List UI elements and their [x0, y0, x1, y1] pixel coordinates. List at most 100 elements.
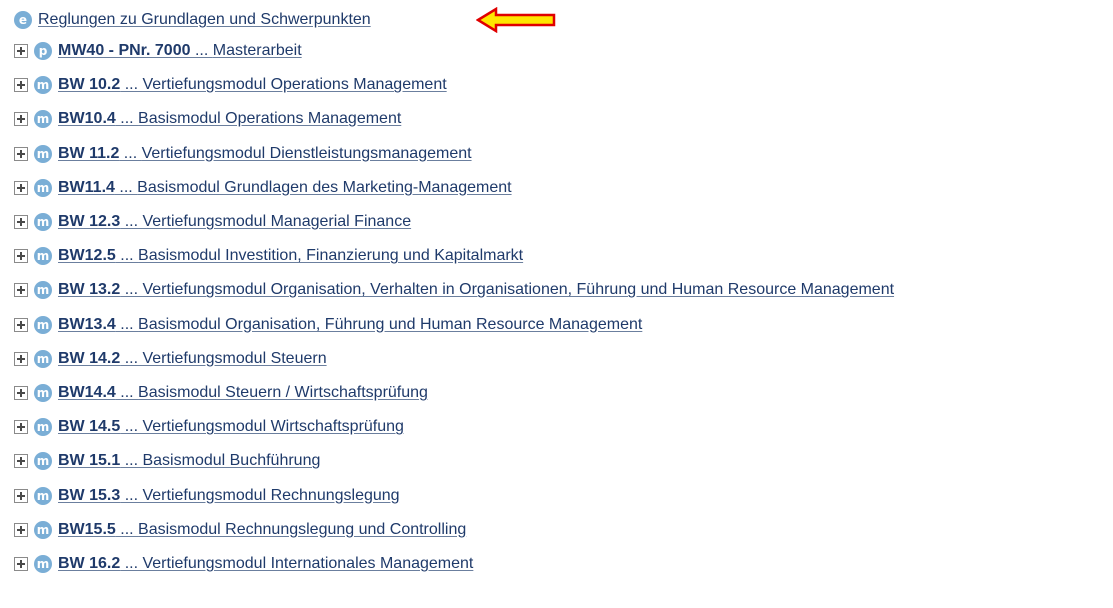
module-link[interactable]: BW13.4 ... Basismodul Organisation, Führ…: [58, 316, 642, 334]
tree-row: m BW 11.2 ... Vertiefungsmodul Dienstleis…: [14, 137, 894, 171]
expand-plus-icon[interactable]: [14, 146, 28, 161]
m-circle-icon: m: [34, 178, 52, 197]
module-code: BW 11.2: [58, 144, 120, 162]
module-title: Vertiefungsmodul Dienstleistungsmanageme…: [141, 144, 472, 162]
expand-plus-icon[interactable]: [14, 78, 28, 93]
module-code: BW14.4: [58, 383, 116, 401]
module-code: BW12.5: [58, 247, 116, 265]
module-title: Basismodul Grundlagen des Marketing-Mana…: [137, 178, 512, 196]
m-circle-icon: m: [34, 418, 52, 437]
m-circle-icon: m: [34, 76, 52, 95]
expand-plus-icon[interactable]: [14, 556, 28, 571]
module-link[interactable]: BW11.4 ... Basismodul Grundlagen des Mar…: [58, 179, 512, 197]
module-code: BW10.4: [58, 110, 116, 128]
tree-row: m BW 15.1 ... Basismodul Buchführung: [14, 444, 894, 478]
module-separator: ...: [120, 213, 143, 231]
m-circle-icon: m: [34, 452, 52, 471]
module-link[interactable]: BW 11.2 ... Vertiefungsmodul Dienstleist…: [58, 145, 472, 163]
expand-plus-icon[interactable]: [14, 317, 28, 332]
expand-plus-icon[interactable]: [14, 420, 28, 435]
module-title: Vertiefungsmodul Operations Management: [142, 76, 447, 94]
expand-plus-icon[interactable]: [14, 385, 28, 400]
expand-plus-icon[interactable]: [14, 112, 28, 127]
m-circle-icon: m: [34, 213, 52, 232]
tree-row: m BW10.4 ... Basismodul Operations Manage…: [14, 102, 894, 136]
module-separator: ...: [115, 247, 139, 265]
tree-row: m BW12.5 ... Basismodul Investition, Fina…: [14, 239, 894, 273]
module-link[interactable]: BW 15.1 ... Basismodul Buchführung: [58, 452, 320, 470]
expand-plus-icon[interactable]: [14, 522, 28, 537]
tree-row: m BW13.4 ... Basismodul Organisation, Füh…: [14, 308, 894, 342]
m-circle-icon: m: [34, 383, 52, 402]
module-separator: ...: [119, 144, 142, 162]
left-arrow-icon: [476, 7, 556, 33]
module-link[interactable]: BW 14.2 ... Vertiefungsmodul Steuern: [58, 350, 327, 368]
module-link[interactable]: BW14.4 ... Basismodul Steuern / Wirtscha…: [58, 384, 428, 402]
expand-plus-icon[interactable]: [14, 215, 28, 230]
p-circle-icon: p: [34, 42, 52, 61]
tree-row: m BW 15.3 ... Vertiefungsmodul Rechnungsl…: [14, 478, 894, 512]
module-separator: ...: [115, 520, 139, 538]
tree-row: m BW 14.5 ... Vertiefungsmodul Wirtschaft…: [14, 410, 894, 444]
module-code: BW11.4: [58, 178, 115, 196]
module-separator: ...: [120, 452, 143, 470]
module-separator: ...: [120, 418, 143, 436]
module-code: BW15.5: [58, 520, 116, 538]
expand-plus-icon[interactable]: [14, 44, 28, 59]
module-title: Vertiefungsmodul Steuern: [142, 349, 327, 367]
module-code: BW 13.2: [58, 281, 121, 299]
tree-row: m BW15.5 ... Basismodul Rechnungslegung u…: [14, 513, 894, 547]
module-separator: ...: [120, 281, 143, 299]
module-link[interactable]: BW 14.5 ... Vertiefungsmodul Wirtschafts…: [58, 418, 404, 436]
module-title: Basismodul Steuern / Wirtschaftsprüfung: [138, 383, 428, 401]
tree-row: m BW 10.2 ... Vertiefungsmodul Operations…: [14, 68, 894, 102]
expand-plus-icon[interactable]: [14, 283, 28, 298]
module-link[interactable]: BW 10.2 ... Vertiefungsmodul Operations …: [58, 76, 447, 94]
module-title: Vertiefungsmodul Managerial Finance: [142, 213, 412, 231]
regulations-link[interactable]: Reglungen zu Grundlagen und Schwerpunkte…: [38, 11, 371, 29]
module-code: MW40 - PNr. 7000: [58, 42, 191, 60]
m-circle-icon: m: [34, 144, 52, 163]
tree-row: m BW 13.2 ... Vertiefungsmodul Organisati…: [14, 273, 894, 307]
module-code: BW 10.2: [58, 76, 121, 94]
expand-plus-icon[interactable]: [14, 454, 28, 469]
module-title: Vertiefungsmodul Internationales Managem…: [142, 554, 474, 572]
module-list: p MW40 - PNr. 7000 ... Masterarbeit m BW 10…: [14, 34, 894, 581]
expand-plus-icon[interactable]: [14, 249, 28, 264]
m-circle-icon: m: [34, 110, 52, 129]
module-title: Vertiefungsmodul Wirtschaftsprüfung: [142, 418, 404, 436]
module-code: BW 15.3: [58, 486, 121, 504]
module-title: Basismodul Rechnungslegung und Controlli…: [138, 520, 467, 538]
module-separator: ...: [120, 554, 143, 572]
e-circle-icon: e: [14, 11, 32, 29]
module-title: Basismodul Buchführung: [142, 452, 321, 470]
module-link[interactable]: BW10.4 ... Basismodul Operations Managem…: [58, 110, 401, 128]
module-code: BW 15.1: [58, 452, 121, 470]
expand-plus-icon[interactable]: [14, 180, 28, 195]
tree-row: m BW 12.3 ... Vertiefungsmodul Managerial…: [14, 205, 894, 239]
tree-row: m BW 16.2 ... Vertiefungsmodul Internatio…: [14, 547, 894, 581]
module-link[interactable]: MW40 - PNr. 7000 ... Masterarbeit: [58, 42, 302, 60]
module-title: Vertiefungsmodul Organisation, Verhalten…: [142, 281, 895, 299]
tree-row: m BW 14.2 ... Vertiefungsmodul Steuern: [14, 342, 894, 376]
module-title: Basismodul Investition, Finanzierung und…: [138, 247, 524, 265]
module-separator: ...: [115, 315, 139, 333]
module-link[interactable]: BW 15.3 ... Vertiefungsmodul Rechnungsle…: [58, 487, 400, 505]
m-circle-icon: m: [34, 554, 52, 573]
module-separator: ...: [114, 178, 138, 196]
module-separator: ...: [120, 486, 143, 504]
module-link[interactable]: BW 13.2 ... Vertiefungsmodul Organisatio…: [58, 281, 894, 299]
module-code: BW 14.2: [58, 349, 121, 367]
m-circle-icon: m: [34, 486, 52, 505]
m-circle-icon: m: [34, 520, 52, 539]
module-link[interactable]: BW 12.3 ... Vertiefungsmodul Managerial …: [58, 213, 411, 231]
module-link[interactable]: BW15.5 ... Basismodul Rechnungslegung un…: [58, 521, 466, 539]
expand-plus-icon[interactable]: [14, 488, 28, 503]
module-link[interactable]: BW12.5 ... Basismodul Investition, Finan…: [58, 247, 523, 265]
module-separator: ...: [115, 110, 139, 128]
module-title: Basismodul Operations Management: [138, 110, 402, 128]
module-link[interactable]: BW 16.2 ... Vertiefungsmodul Internation…: [58, 555, 473, 573]
expand-plus-icon[interactable]: [14, 351, 28, 366]
module-code: BW13.4: [58, 315, 116, 333]
module-title: Basismodul Organisation, Führung und Hum…: [138, 315, 643, 333]
